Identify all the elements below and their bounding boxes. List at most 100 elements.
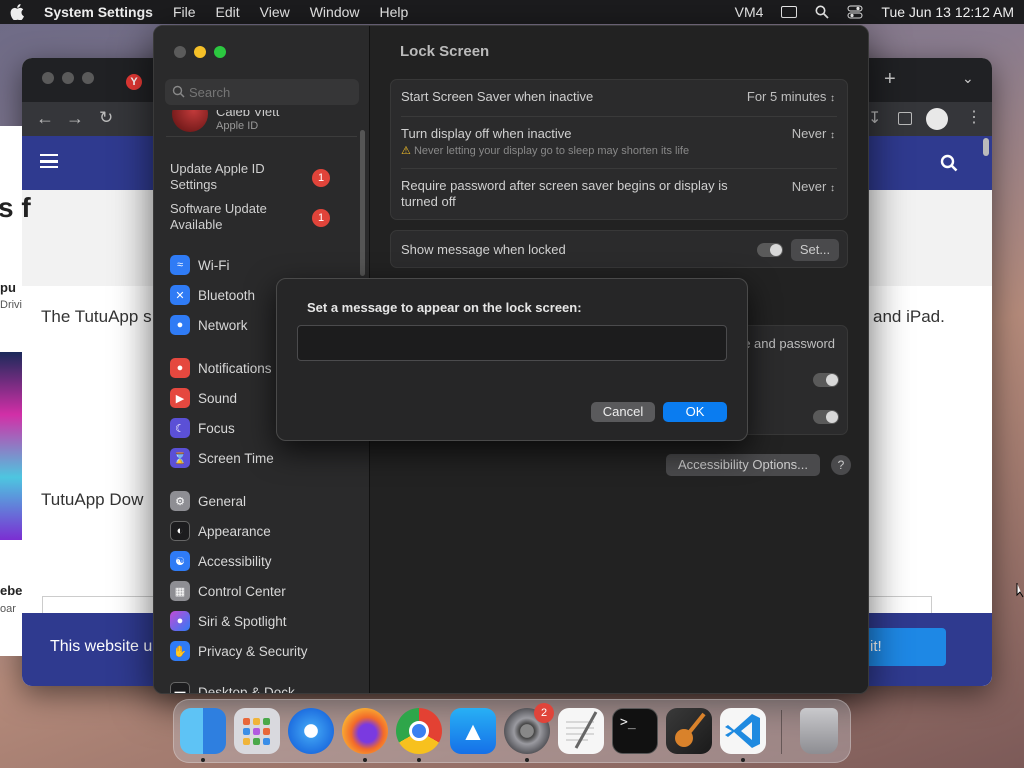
sidebar-item-control-center[interactable]: ▦ Control Center: [170, 581, 286, 601]
display-off-popup[interactable]: Never ↕: [792, 126, 835, 141]
garageband-icon[interactable]: [666, 708, 712, 754]
lock-message-input[interactable]: [297, 325, 727, 361]
launchpad-icon[interactable]: [234, 708, 280, 754]
app-store-icon[interactable]: ▲: [450, 708, 496, 754]
menu-help[interactable]: Help: [380, 4, 409, 20]
show-message-toggle[interactable]: [757, 243, 783, 257]
textedit-icon[interactable]: [558, 708, 604, 754]
sidebar-item-notifications[interactable]: ● Notifications: [170, 358, 272, 378]
require-password-popup[interactable]: Never ↕: [792, 179, 835, 194]
browser-close-button[interactable]: [42, 72, 54, 84]
window-close-button[interactable]: [174, 46, 186, 58]
sidebar-item-accessibility[interactable]: ☯ Accessibility: [170, 551, 272, 571]
updown-chevron-icon: ↕: [830, 93, 835, 104]
yandex-favicon-icon[interactable]: Y: [126, 74, 142, 90]
sidebar-item-appearance[interactable]: ◐ Appearance: [170, 521, 271, 541]
spotlight-search-icon[interactable]: [815, 5, 830, 19]
menu-app-name[interactable]: System Settings: [44, 4, 153, 20]
sidebar-item-privacy-security[interactable]: ✋ Privacy & Security: [170, 641, 308, 661]
accessibility-icon: ☯: [170, 551, 190, 571]
sidebar-item-label: Appearance: [198, 523, 271, 539]
sidebar-item-wifi[interactable]: ≈ Wi-Fi: [170, 255, 229, 275]
show-message-group: Show message when locked Set...: [390, 230, 848, 268]
back-arrow-icon[interactable]: ←: [36, 108, 54, 129]
site-search-icon[interactable]: [940, 154, 958, 172]
set-message-button[interactable]: Set...: [791, 239, 839, 261]
dialog-prompt: Set a message to appear on the lock scre…: [307, 300, 582, 315]
browser-minimize-button[interactable]: [62, 72, 74, 84]
accessibility-options-button[interactable]: Accessibility Options...: [666, 454, 820, 476]
reload-icon[interactable]: ↻: [99, 108, 113, 128]
speaker-icon: ▶: [170, 388, 190, 408]
account-name: Caleb Viett: [216, 110, 280, 119]
browser-zoom-button[interactable]: [82, 72, 94, 84]
sidebar-item-label: Wi-Fi: [198, 257, 230, 273]
chrome-icon[interactable]: [396, 708, 442, 754]
display-off-label: Turn display off when inactive: [401, 126, 572, 141]
apple-icon[interactable]: [10, 4, 24, 20]
running-indicator: [741, 758, 745, 762]
sidebar-search-field[interactable]: [165, 79, 359, 105]
vm-status[interactable]: VM4: [735, 4, 764, 20]
apple-id-row[interactable]: Caleb Viett Apple ID: [170, 110, 360, 134]
window-minimize-button[interactable]: [194, 46, 206, 58]
new-tab-icon[interactable]: +: [884, 68, 896, 91]
para1-right-text: and iPad.: [873, 307, 945, 326]
login-toggle-1[interactable]: [813, 373, 839, 387]
sidebar-item-focus[interactable]: ☾ Focus: [170, 418, 235, 438]
sidebar-item-desktop-dock[interactable]: ▬ Desktop & Dock: [170, 682, 295, 693]
menu-view[interactable]: View: [260, 4, 290, 20]
bell-icon: ●: [170, 358, 190, 378]
login-toggle-2[interactable]: [813, 410, 839, 424]
screensaver-popup[interactable]: For 5 minutes ↕: [747, 89, 835, 104]
system-settings-icon[interactable]: 2: [504, 703, 554, 754]
running-indicator: [525, 758, 529, 762]
sidebar-alert-software-update[interactable]: Software Update Available 1: [170, 201, 360, 235]
download-icon[interactable]: ↧: [868, 108, 881, 128]
row-divider: [401, 168, 837, 169]
sidebar-item-siri-spotlight[interactable]: ● Siri & Spotlight: [170, 611, 287, 631]
sidebar-item-screen-time[interactable]: ⌛ Screen Time: [170, 448, 274, 468]
left-strip-colorful-thumbnail: [0, 352, 22, 540]
menubar-clock[interactable]: Tue Jun 13 12:12 AM: [881, 4, 1014, 20]
partial-left-window[interactable]: s f pu Drivi ebe oar: [0, 126, 31, 656]
help-button[interactable]: ?: [831, 455, 851, 475]
firefox-icon[interactable]: [342, 708, 388, 754]
screen-mirror-icon[interactable]: [781, 6, 798, 18]
vscode-icon[interactable]: [720, 708, 766, 754]
cancel-button[interactable]: Cancel: [591, 402, 655, 422]
lock-message-dialog: Set a message to appear on the lock scre…: [276, 278, 748, 441]
globe-icon: ●: [170, 315, 190, 335]
safari-icon[interactable]: [288, 708, 334, 754]
window-zoom-button[interactable]: [214, 46, 226, 58]
moon-icon: ☾: [170, 418, 190, 438]
tab-search-chevron-icon[interactable]: ⌄: [962, 70, 974, 87]
control-center-icon[interactable]: [847, 5, 863, 19]
sidebar-item-label: Focus: [198, 420, 235, 436]
forward-arrow-icon[interactable]: →: [66, 108, 84, 129]
hamburger-menu-icon[interactable]: [40, 154, 58, 168]
ok-button[interactable]: OK: [663, 402, 727, 422]
terminal-icon[interactable]: >_: [612, 708, 658, 754]
browser-scrollbar[interactable]: [983, 138, 989, 156]
sidebar-scrollbar[interactable]: [360, 130, 365, 276]
trash-icon[interactable]: [800, 708, 838, 754]
warning-icon: ⚠: [401, 145, 411, 157]
sidebar-item-label: Bluetooth: [198, 287, 256, 303]
require-password-label: Require password after screen saver begi…: [401, 178, 728, 209]
hand-icon: ✋: [170, 641, 190, 661]
menu-edit[interactable]: Edit: [216, 4, 240, 20]
sidebar-item-network[interactable]: ● Network: [170, 315, 248, 335]
sidebar-alert-update-apple-id[interactable]: Update Apple ID Settings 1: [170, 161, 360, 195]
browser-menu-icon[interactable]: ⋮: [966, 107, 982, 127]
sidebar-search-input[interactable]: [189, 82, 349, 102]
finder-icon[interactable]: [180, 708, 226, 754]
profile-avatar-icon[interactable]: [926, 108, 948, 130]
sidebar-item-general[interactable]: ⚙ General: [170, 491, 246, 511]
menu-file[interactable]: File: [173, 4, 196, 20]
sidebar-toggle-icon[interactable]: [898, 112, 912, 125]
sidebar-item-sound[interactable]: ▶ Sound: [170, 388, 237, 408]
menu-window[interactable]: Window: [310, 4, 360, 20]
sidebar-item-bluetooth[interactable]: ✕ Bluetooth: [170, 285, 255, 305]
running-indicator: [201, 758, 205, 762]
